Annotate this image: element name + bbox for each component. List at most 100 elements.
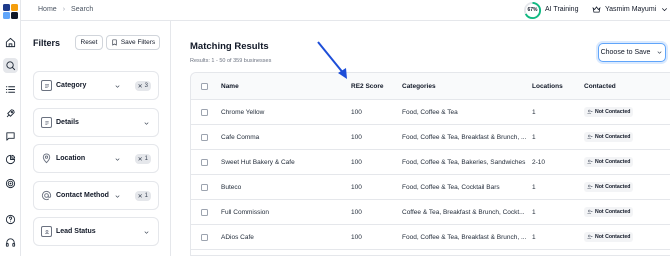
- filter-label: Location: [56, 155, 86, 162]
- filter-count: 1: [144, 156, 148, 162]
- select-all-checkbox[interactable]: [201, 83, 208, 90]
- details-icon: [41, 117, 52, 128]
- user-x-icon: [587, 109, 593, 115]
- chevron-down-icon: [115, 85, 120, 88]
- chevron-down-icon: [144, 231, 149, 234]
- user-x-icon: [587, 234, 593, 240]
- column-header-contacted[interactable]: Contacted: [584, 83, 616, 90]
- filters-panel: Filters Reset Save Filters Category ✕ 3 D…: [21, 21, 171, 256]
- contact-status-badge[interactable]: Not Contacted: [584, 207, 634, 217]
- business-name[interactable]: Full Commission: [221, 209, 269, 216]
- pie-chart-icon[interactable]: [3, 152, 18, 167]
- filter-count-badge[interactable]: ✕ 1: [134, 154, 151, 164]
- locations: 1: [532, 234, 536, 241]
- column-header-re2-score[interactable]: RE2 Score: [351, 83, 384, 90]
- chevron-down-icon: [662, 8, 668, 12]
- home-icon[interactable]: [3, 35, 18, 50]
- business-name[interactable]: Sweet Hut Bakery & Cafe: [221, 159, 295, 166]
- crown-icon: [592, 6, 601, 13]
- at-sign-icon: [41, 190, 52, 201]
- filter-details[interactable]: Details: [33, 108, 159, 137]
- search-icon[interactable]: [3, 58, 18, 73]
- user-x-icon: [587, 209, 593, 215]
- save-filters-label: Save Filters: [120, 39, 156, 46]
- categories: Food, Coffee & Tea, Cocktail Bars: [402, 184, 500, 191]
- row-checkbox[interactable]: [201, 159, 208, 166]
- chevron-down-icon: [657, 51, 662, 54]
- table-row[interactable]: ADios Cafe 100 Food, Coffee & Tea, Breakfa…: [191, 225, 670, 250]
- contact-status-badge[interactable]: Not Contacted: [584, 232, 634, 242]
- contact-status-label: Not Contacted: [595, 134, 631, 140]
- contact-status-badge[interactable]: Not Contacted: [584, 157, 634, 167]
- contact-status-badge[interactable]: Not Contacted: [584, 182, 634, 192]
- clear-icon: ✕: [137, 193, 143, 200]
- target-icon[interactable]: [3, 176, 18, 191]
- business-name[interactable]: ADios Cafe: [221, 234, 254, 241]
- locations: 1: [532, 209, 536, 216]
- re2-score: 100: [351, 134, 362, 141]
- row-checkbox[interactable]: [201, 134, 208, 141]
- business-name[interactable]: Cafe Comma: [221, 134, 259, 141]
- contact-status-label: Not Contacted: [595, 209, 631, 215]
- column-header-locations[interactable]: Locations: [532, 83, 563, 90]
- breadcrumb-home[interactable]: Home: [38, 6, 57, 13]
- filter-label: Lead Status: [56, 228, 96, 235]
- bookmark-icon: [112, 39, 117, 46]
- rocket-icon[interactable]: [3, 106, 18, 121]
- locations: 2-10: [532, 159, 546, 166]
- user-x-icon: [587, 134, 593, 140]
- app-logo[interactable]: [3, 4, 18, 19]
- help-icon[interactable]: [3, 212, 18, 227]
- user-menu[interactable]: Yasmim Mayumi: [592, 5, 669, 14]
- filter-category[interactable]: Category ✕ 3: [33, 71, 159, 100]
- user-x-icon: [587, 184, 593, 190]
- table-row[interactable]: Buteco 100 Food, Coffee & Tea, Cocktail Ba…: [191, 175, 670, 200]
- breadcrumb: Home › Search: [38, 6, 93, 13]
- filter-location[interactable]: Location ✕ 1: [33, 144, 159, 173]
- locations: 1: [532, 184, 536, 191]
- chat-icon[interactable]: [3, 129, 18, 144]
- categories: Food, Coffee & Tea, Breakfast & Brunch, …: [402, 234, 527, 241]
- reset-button[interactable]: Reset: [75, 35, 103, 50]
- filter-count-badge[interactable]: ✕ 1: [134, 191, 151, 201]
- row-checkbox[interactable]: [201, 234, 208, 241]
- table-row[interactable]: Sweet Hut Bakery & Cafe 100 Food, Coffee &…: [191, 150, 670, 175]
- table-row[interactable]: Cafe Comma 100 Food, Coffee & Tea, Breakfa…: [191, 125, 670, 150]
- user-x-icon: [587, 159, 593, 165]
- contact-status-badge[interactable]: Not Contacted: [584, 107, 634, 117]
- filter-count-badge[interactable]: ✕ 3: [134, 81, 151, 91]
- save-filters-button[interactable]: Save Filters: [106, 35, 160, 50]
- contact-status-label: Not Contacted: [595, 184, 631, 190]
- column-header-name[interactable]: Name: [221, 83, 239, 90]
- re2-score: 100: [351, 159, 362, 166]
- filter-lead-status[interactable]: Lead Status: [33, 217, 159, 246]
- contact-status-badge[interactable]: Not Contacted: [584, 132, 634, 142]
- row-checkbox[interactable]: [201, 184, 208, 191]
- filter-contact-method[interactable]: Contact Method ✕ 1: [33, 181, 159, 210]
- list-icon[interactable]: [3, 82, 18, 97]
- re2-score: 100: [351, 234, 362, 241]
- results-table: Name RE2 Score Categories Locations Cont…: [190, 72, 670, 256]
- categories: Food, Coffee & Tea, Breakfast & Brunch, …: [402, 134, 527, 141]
- headset-icon[interactable]: [3, 235, 18, 250]
- clear-icon: ✕: [137, 83, 143, 90]
- categories: Food, Coffee & Tea: [402, 109, 458, 116]
- filter-count: 1: [144, 193, 148, 199]
- re2-score: 100: [351, 209, 362, 216]
- business-name[interactable]: Chrome Yellow: [221, 109, 264, 116]
- table-row[interactable]: Chrome Yellow 100 Food, Coffee & Tea 1 Not C…: [191, 100, 670, 125]
- category-icon: [41, 80, 52, 91]
- contact-status-label: Not Contacted: [595, 109, 631, 115]
- user-name: Yasmim Mayumi: [605, 6, 657, 13]
- business-name[interactable]: Buteco: [221, 184, 241, 191]
- row-checkbox[interactable]: [201, 109, 208, 116]
- filters-title: Filters: [33, 38, 61, 48]
- choose-to-save-dropdown[interactable]: Choose to Save: [598, 43, 666, 62]
- column-header-categories[interactable]: Categories: [402, 83, 436, 90]
- ai-training-link[interactable]: AI Training: [545, 6, 578, 13]
- filter-label: Contact Method: [56, 192, 109, 199]
- breadcrumb-separator-icon: ›: [62, 6, 66, 13]
- row-checkbox[interactable]: [201, 209, 208, 216]
- breadcrumb-current: Search: [71, 6, 94, 13]
- table-row[interactable]: Full Commission 100 Coffee & Tea, Breakfas…: [191, 200, 670, 225]
